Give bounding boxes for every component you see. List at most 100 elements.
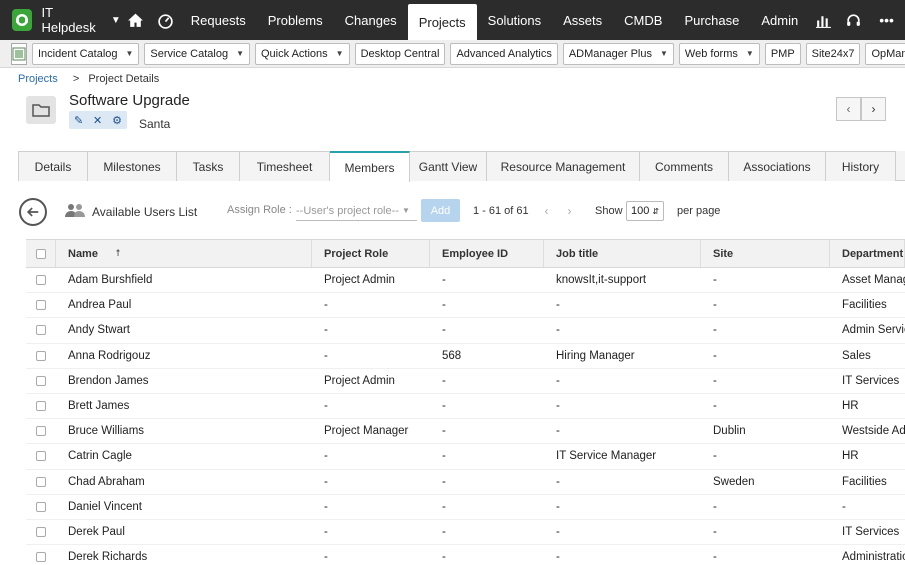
nav-item-requests[interactable]: Requests (180, 0, 257, 40)
previous-record-button[interactable]: ‹ (836, 97, 861, 121)
list-pager: ‹ › (535, 200, 581, 222)
table-row[interactable]: Chad Abraham - - - Sweden Facilities (26, 470, 905, 495)
nav-item-projects[interactable]: Projects (407, 4, 477, 40)
row-checkbox-cell[interactable] (26, 545, 56, 565)
table-row[interactable]: Derek Paul - - - - IT Services (26, 520, 905, 546)
row-checkbox-cell[interactable] (26, 293, 56, 317)
gear-icon[interactable]: ⚙ (112, 114, 122, 127)
sort-ascending-icon[interactable]: ⭡ (116, 248, 120, 259)
row-checkbox-cell[interactable] (26, 394, 56, 418)
table-row[interactable]: Anna Rodrigouz - 568 Hiring Manager - Sales (26, 344, 905, 369)
more-menu[interactable]: ••• (868, 0, 905, 40)
toolbar-button-service-catalog[interactable]: Service Catalog ▼ (144, 42, 250, 65)
row-checkbox[interactable] (36, 426, 46, 437)
toolbar-button-advanced-analytics[interactable]: Advanced Analytics (450, 42, 558, 65)
table-row[interactable]: Andrea Paul - - - - Facilities (26, 293, 905, 319)
project-role-select[interactable]: --User's project role-- ▼ (296, 201, 417, 221)
row-checkbox[interactable] (36, 300, 46, 311)
select-all-checkbox-cell[interactable] (26, 240, 56, 267)
edit-pencil-icon[interactable]: ✎ (74, 114, 83, 127)
column-header-department[interactable]: Department (830, 240, 905, 267)
nav-item-problems[interactable]: Problems (257, 0, 334, 40)
row-checkbox[interactable] (36, 501, 46, 512)
table-row[interactable]: Brett James - - - - HR (26, 394, 905, 420)
row-checkbox[interactable] (36, 375, 46, 386)
row-checkbox[interactable] (36, 451, 46, 462)
tab-tasks[interactable]: Tasks (177, 151, 240, 181)
dashboard-gauge-icon[interactable] (150, 0, 180, 40)
chevron-down-icon: ▼ (745, 49, 754, 58)
table-row[interactable]: Derek Richards - - - - Administration (26, 545, 905, 565)
toolbar-button-incident-catalog[interactable]: Incident Catalog ▼ (32, 42, 140, 65)
column-header-name[interactable]: Name ⭡ (56, 240, 312, 267)
tab-comments[interactable]: Comments (640, 151, 729, 181)
tab-resource-management[interactable]: Resource Management (487, 151, 640, 181)
row-checkbox-cell[interactable] (26, 470, 56, 494)
tab-history[interactable]: History (826, 151, 896, 181)
add-button[interactable]: Add (421, 199, 460, 222)
row-checkbox[interactable] (36, 526, 46, 537)
tab-associations[interactable]: Associations (729, 151, 826, 181)
row-checkbox[interactable] (36, 401, 46, 412)
toolbar-button-desktop-central[interactable]: Desktop Central (354, 42, 446, 65)
home-icon[interactable] (121, 0, 151, 40)
toolbar-button-quick-actions[interactable]: Quick Actions ▼ (255, 42, 350, 65)
row-checkbox-cell[interactable] (26, 369, 56, 393)
column-header-site[interactable]: Site (701, 240, 830, 267)
toolbar-button-site24x7[interactable]: Site24x7 (805, 42, 861, 65)
row-checkbox[interactable] (36, 552, 46, 563)
tab-gantt-view[interactable]: Gantt View (410, 151, 487, 181)
nav-item-solutions[interactable]: Solutions (477, 0, 552, 40)
row-checkbox[interactable] (36, 275, 46, 286)
row-checkbox-cell[interactable] (26, 318, 56, 342)
nav-item-purchase[interactable]: Purchase (673, 0, 750, 40)
breadcrumb-projects-link[interactable]: Projects (18, 73, 58, 85)
toolbar-button-web-forms[interactable]: Web forms ▼ (678, 42, 760, 65)
column-header-project-role[interactable]: Project Role (312, 240, 430, 267)
page-size-select[interactable]: 100 ⇵ (626, 201, 664, 221)
next-page-button[interactable]: › (558, 200, 581, 222)
back-button[interactable] (19, 198, 47, 226)
row-checkbox-cell[interactable] (26, 419, 56, 443)
integration-toolbar: Incident Catalog ▼ Service Catalog ▼ Quick A… (0, 40, 905, 68)
tab-members[interactable]: Members (330, 151, 410, 182)
toolbar-logo-icon[interactable] (11, 42, 27, 65)
column-header-employee-id[interactable]: Employee ID (430, 240, 544, 267)
table-cell-employee-id: - (442, 374, 446, 387)
tab-timesheet[interactable]: Timesheet (240, 151, 330, 181)
table-cell-department: IT Services (842, 525, 900, 538)
row-checkbox-cell[interactable] (26, 520, 56, 544)
nav-item-assets[interactable]: Assets (552, 0, 613, 40)
table-cell-name: Derek Richards (68, 551, 148, 564)
next-record-button[interactable]: › (861, 97, 886, 121)
previous-page-button[interactable]: ‹ (535, 200, 558, 222)
nav-item-cmdb[interactable]: CMDB (613, 0, 673, 40)
row-checkbox[interactable] (36, 476, 46, 487)
app-switcher[interactable]: IT Helpdesk ▼ (0, 0, 121, 40)
table-row[interactable]: Bruce Williams Project Manager - - Dublin Wes… (26, 419, 905, 445)
tab-milestones[interactable]: Milestones (88, 151, 177, 181)
toolbar-button-admanager-plus[interactable]: ADManager Plus ▼ (562, 42, 674, 65)
row-checkbox-cell[interactable] (26, 444, 56, 468)
toolbar-button-pmp[interactable]: PMP (764, 42, 801, 65)
table-row[interactable]: Catrin Cagle - - IT Service Manager - HR (26, 444, 905, 470)
row-checkbox[interactable] (36, 325, 46, 336)
table-row[interactable]: Daniel Vincent - - - - - (26, 495, 905, 520)
table-row[interactable]: Adam Burshfield Project Admin - knowsIt,it-… (26, 268, 905, 294)
reports-chart-icon[interactable] (809, 0, 839, 40)
nav-item-admin[interactable]: Admin (750, 0, 809, 40)
column-header-job-title[interactable]: Job title (544, 240, 701, 267)
table-row[interactable]: Brendon James Project Admin - - - IT Services (26, 369, 905, 394)
tab-details[interactable]: Details (18, 151, 88, 181)
toolbar-button-opmanager[interactable]: OpManager (865, 42, 905, 65)
row-checkbox-cell[interactable] (26, 344, 56, 368)
select-all-checkbox[interactable] (35, 248, 46, 259)
breadcrumb-separator: > (72, 73, 80, 85)
close-icon[interactable]: ✕ (93, 114, 102, 127)
row-checkbox-cell[interactable] (26, 268, 56, 292)
row-checkbox-cell[interactable] (26, 495, 56, 519)
nav-item-changes[interactable]: Changes (334, 0, 408, 40)
table-row[interactable]: Andy Stwart - - - - Admin Services (26, 318, 905, 344)
headset-support-icon[interactable] (839, 0, 869, 40)
row-checkbox[interactable] (36, 350, 46, 361)
